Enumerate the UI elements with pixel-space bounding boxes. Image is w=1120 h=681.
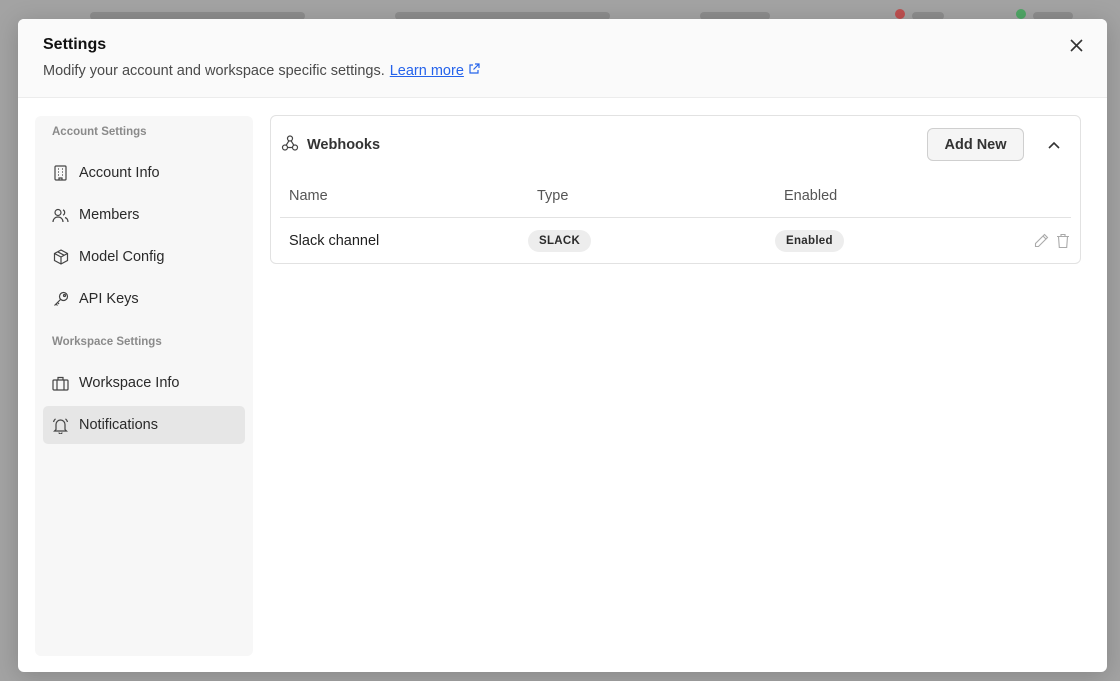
sidebar-item-label: Model Config — [79, 249, 165, 265]
settings-modal: Settings Modify your account and workspa… — [18, 19, 1107, 672]
sidebar-item-label: Account Info — [79, 165, 160, 181]
column-header-name: Name — [289, 187, 328, 204]
modal-title: Settings — [43, 36, 107, 53]
external-link-icon — [468, 63, 480, 79]
row-actions — [1033, 233, 1071, 249]
modal-header: Settings Modify your account and workspa… — [18, 19, 1107, 98]
collapse-button[interactable] — [1045, 136, 1063, 154]
learn-more-link[interactable]: Learn more — [390, 63, 480, 79]
webhook-enabled-badge: Enabled — [775, 229, 844, 252]
sidebar-item-api-keys[interactable]: API Keys — [43, 280, 245, 318]
webhooks-title: Webhooks — [307, 137, 381, 153]
bell-icon — [52, 417, 69, 434]
close-button[interactable] — [1067, 36, 1085, 54]
table-header: Name Type Enabled — [280, 174, 1071, 218]
table-row[interactable]: Slack channel SLACK Enabled — [280, 218, 1071, 263]
sidebar-item-workspace-info[interactable]: Workspace Info — [43, 364, 245, 402]
learn-more-label: Learn more — [389, 63, 464, 79]
modal-subtitle-text: Modify your account and workspace specif… — [43, 63, 385, 79]
edit-button[interactable] — [1033, 233, 1049, 249]
close-icon — [1069, 38, 1083, 52]
sidebar-item-label: Members — [79, 207, 140, 223]
column-header-type: Type — [537, 187, 569, 204]
workspace-settings-label: Workspace Settings — [52, 336, 162, 348]
webhook-icon — [281, 134, 299, 157]
sidebar-item-account-info[interactable]: Account Info — [43, 154, 245, 192]
add-new-button[interactable]: Add New — [927, 128, 1024, 161]
chevron-up-icon — [1048, 141, 1060, 149]
sidebar-item-label: API Keys — [79, 291, 139, 307]
trash-icon — [1057, 233, 1069, 248]
delete-button[interactable] — [1055, 233, 1071, 249]
webhook-name: Slack channel — [289, 232, 380, 249]
key-icon — [52, 291, 69, 308]
webhooks-table: Name Type Enabled Slack channel SLACK En… — [280, 174, 1071, 263]
briefcase-icon — [52, 375, 69, 392]
modal-subtitle: Modify your account and workspace specif… — [43, 63, 1082, 79]
sidebar-item-model-config[interactable]: Model Config — [43, 238, 245, 276]
sidebar-item-members[interactable]: Members — [43, 196, 245, 234]
settings-sidebar: Account Settings Account Info Members Mo… — [35, 116, 253, 656]
sidebar-item-notifications[interactable]: Notifications — [43, 406, 245, 444]
cube-icon — [52, 249, 69, 266]
webhooks-panel: Webhooks Add New Name Type Enabled Slack… — [270, 115, 1081, 264]
webhook-type-badge: SLACK — [528, 229, 592, 252]
sidebar-item-label: Notifications — [79, 417, 158, 433]
users-icon — [52, 207, 69, 224]
building-icon — [52, 165, 69, 182]
webhooks-header: Webhooks Add New — [271, 116, 1080, 174]
pencil-icon — [1034, 233, 1048, 248]
account-settings-label: Account Settings — [52, 126, 147, 138]
sidebar-item-label: Workspace Info — [79, 375, 180, 391]
column-header-enabled: Enabled — [784, 187, 838, 204]
